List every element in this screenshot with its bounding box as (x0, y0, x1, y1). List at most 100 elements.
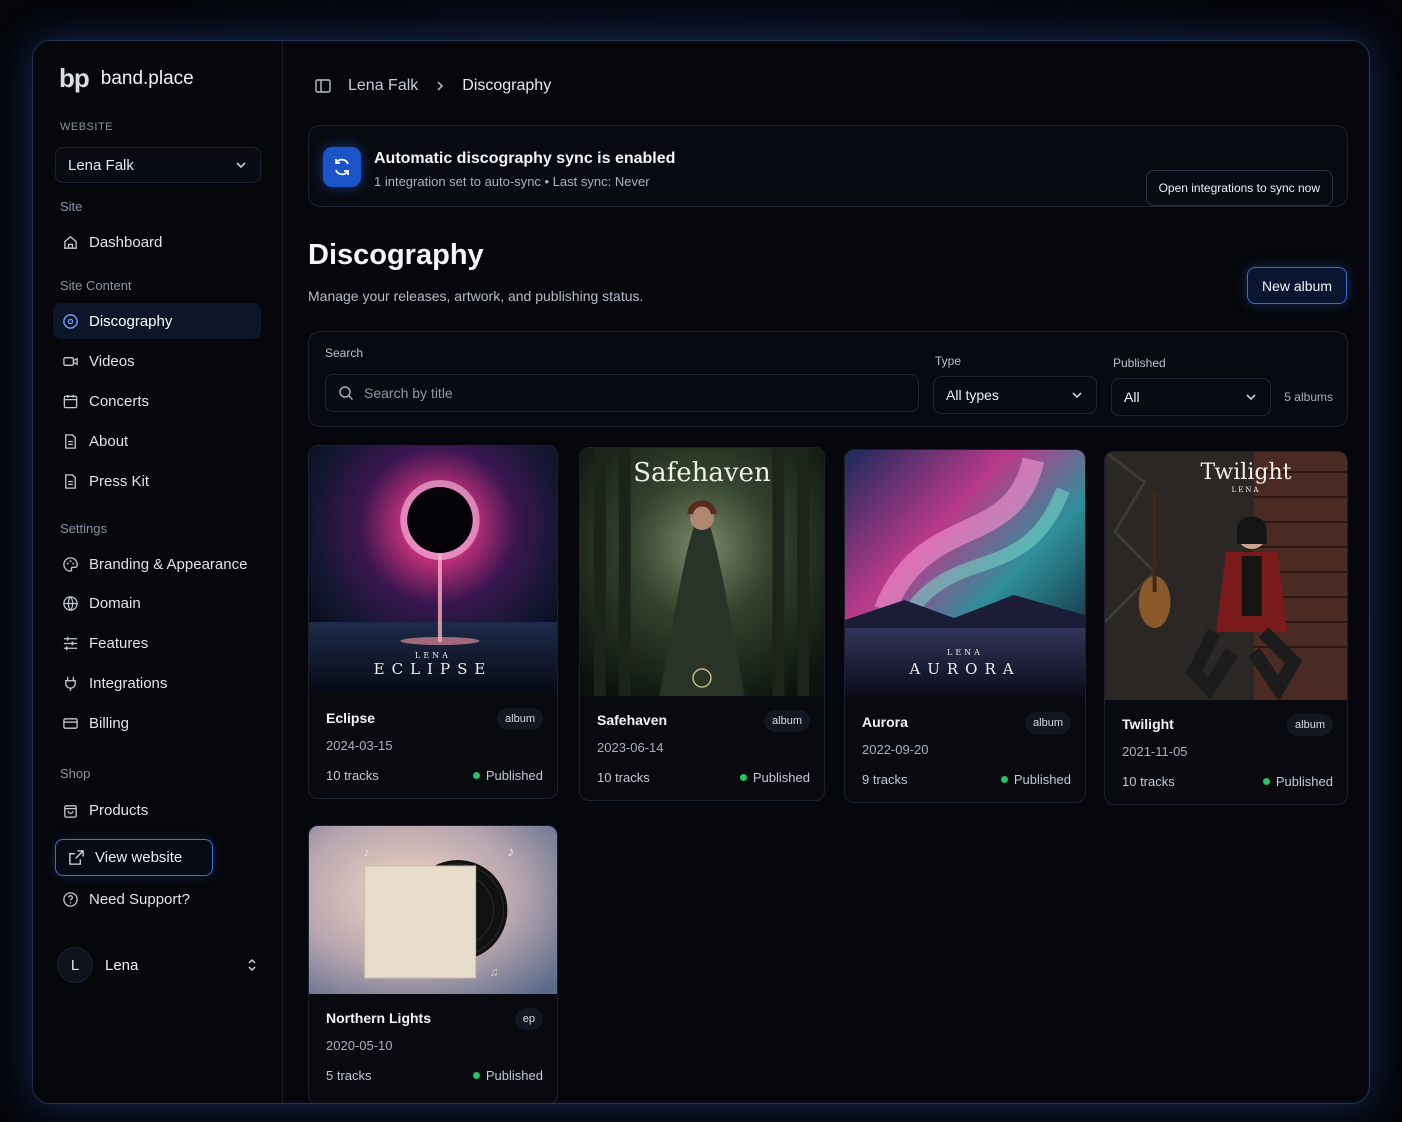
brand-logo: bp (59, 63, 90, 93)
sidebar-item-label: Billing (89, 714, 130, 732)
album-card-northern-lights[interactable]: ♪ ♪ ♫ Northern Lights ep 2020-05-10 5 tr… (308, 825, 558, 1103)
sidebar-item-label: Videos (89, 352, 135, 370)
search-icon (339, 386, 354, 401)
shopping-bag-icon (61, 801, 79, 819)
status-text: Published (1275, 774, 1333, 789)
artwork-small-text: LENA (415, 651, 451, 660)
view-website-label: View website (95, 849, 183, 866)
album-title: Safehaven (597, 712, 668, 728)
album-title: Aurora (862, 714, 908, 730)
chevron-right-icon (437, 81, 444, 91)
album-date: 2020-05-10 (326, 1038, 393, 1053)
sidebar-item-about[interactable]: About (53, 423, 261, 459)
video-icon (61, 352, 79, 370)
album-type-badge: album (1287, 714, 1333, 736)
brand[interactable]: bp band.place (59, 63, 194, 94)
file-icon (61, 472, 79, 490)
document-icon (61, 432, 79, 450)
status-text: Published (485, 768, 543, 783)
published-select[interactable]: All (1111, 378, 1271, 416)
help-circle-icon (61, 890, 79, 908)
album-card-aurora[interactable]: LENA AURORA Aurora album 2022-09-20 9 tr… (844, 449, 1086, 803)
album-tracks: 9 tracks (862, 772, 908, 787)
album-card-body: Northern Lights ep 2020-05-10 5 tracks P… (309, 994, 557, 1103)
globe-icon (61, 594, 79, 612)
page-subtitle: Manage your releases, artwork, and publi… (308, 288, 644, 304)
type-select-value: All types (946, 387, 999, 403)
status-badge: Published (739, 770, 810, 785)
status-badge: Published (1262, 774, 1333, 789)
sidebar-item-label: Branding & Appearance (89, 555, 248, 573)
album-artwork: Safehaven (580, 448, 824, 696)
home-icon (61, 233, 79, 251)
album-tracks: 10 tracks (1122, 774, 1175, 789)
status-dot-icon (472, 1072, 480, 1079)
sidebar-item-integrations[interactable]: Integrations (53, 665, 261, 701)
sidebar-item-label: Features (89, 634, 149, 652)
album-date: 2022-09-20 (862, 742, 929, 757)
need-support-link[interactable]: Need Support? (53, 881, 261, 917)
open-integrations-button[interactable]: Open integrations to sync now (1145, 170, 1333, 206)
sidebar-item-domain[interactable]: Domain (53, 585, 261, 621)
sidebar-item-label: Integrations (89, 674, 168, 692)
website-select[interactable]: Lena Falk (55, 147, 261, 183)
album-type-badge: album (497, 708, 543, 730)
status-badge: Published (1000, 772, 1071, 787)
sidebar-item-features[interactable]: Features (53, 625, 261, 661)
sidebar-item-concerts[interactable]: Concerts (53, 383, 261, 419)
album-title: Twilight (1122, 716, 1174, 732)
album-date: 2023-06-14 (597, 740, 664, 755)
sidebar-toggle-icon[interactable] (314, 77, 332, 95)
sidebar-item-press-kit[interactable]: Press Kit (53, 463, 261, 499)
sidebar-item-branding[interactable]: Branding & Appearance (53, 546, 261, 582)
artwork-title: Safehaven (633, 458, 771, 488)
breadcrumb-parent[interactable]: Lena Falk (348, 77, 418, 95)
svg-text:♪: ♪ (507, 843, 514, 859)
album-card-eclipse[interactable]: LENA ECLIPSE Eclipse album 2024-03-15 10… (308, 445, 558, 799)
album-card-body: Eclipse album 2024-03-15 10 tracks Publi… (309, 694, 557, 798)
chevron-down-icon (1246, 394, 1256, 401)
status-text: Published (752, 770, 810, 785)
album-tracks: 10 tracks (326, 768, 379, 783)
sidebar-item-label: Press Kit (89, 472, 150, 490)
album-title: Northern Lights (326, 1010, 431, 1026)
album-card-body: Aurora album 2022-09-20 9 tracks Publish… (845, 698, 1085, 802)
status-dot-icon (1262, 778, 1270, 785)
status-text: Published (485, 1068, 543, 1083)
sidebar-item-videos[interactable]: Videos (53, 343, 261, 379)
sidebar: bp band.place WEBSITE Lena Falk Site Das… (33, 41, 283, 1103)
album-card-safehaven[interactable]: Safehaven Safehaven album 2023-06-14 10 … (579, 447, 825, 801)
sync-banner: Automatic discography sync is enabled 1 … (308, 125, 1348, 207)
status-dot-icon (739, 774, 747, 781)
sidebar-item-products[interactable]: Products (53, 792, 261, 828)
sync-title: Automatic discography sync is enabled (374, 150, 676, 167)
status-dot-icon (1000, 776, 1008, 783)
sidebar-item-billing[interactable]: Billing (53, 705, 261, 741)
view-website-button[interactable]: View website (55, 839, 213, 876)
site-content-section-label: Site Content (60, 278, 132, 293)
artwork-title: AURORA (909, 660, 1021, 678)
album-tracks: 10 tracks (597, 770, 650, 785)
filters-panel: Search Search by title Type All types Pu… (308, 331, 1348, 427)
status-dot-icon (472, 772, 480, 779)
app-window: bp band.place WEBSITE Lena Falk Site Das… (32, 40, 1370, 1104)
sidebar-item-dashboard[interactable]: Dashboard (53, 224, 261, 260)
album-artwork: ♪ ♪ ♫ (309, 826, 557, 994)
album-artwork: LENA ECLIPSE (309, 446, 557, 694)
album-card-twilight[interactable]: Twilight LENA Twilight album 2021-11-05 … (1104, 451, 1348, 805)
new-album-button[interactable]: New album (1246, 267, 1347, 304)
site-section-label: Site (60, 199, 83, 214)
user-menu[interactable]: L Lena (53, 943, 263, 987)
sidebar-item-label: Concerts (89, 392, 150, 410)
artwork-title: ECLIPSE (373, 660, 493, 678)
search-input[interactable]: Search by title (325, 374, 919, 412)
status-badge: Published (472, 1068, 543, 1083)
artwork-small-text: LENA (1231, 486, 1261, 494)
published-label: Published (1113, 356, 1166, 370)
album-count: 5 albums (1284, 390, 1333, 404)
avatar: L (57, 947, 93, 983)
sidebar-item-discography[interactable]: Discography (53, 303, 261, 339)
calendar-icon (61, 392, 79, 410)
shop-section-label: Shop (60, 766, 91, 781)
type-select[interactable]: All types (933, 376, 1097, 414)
